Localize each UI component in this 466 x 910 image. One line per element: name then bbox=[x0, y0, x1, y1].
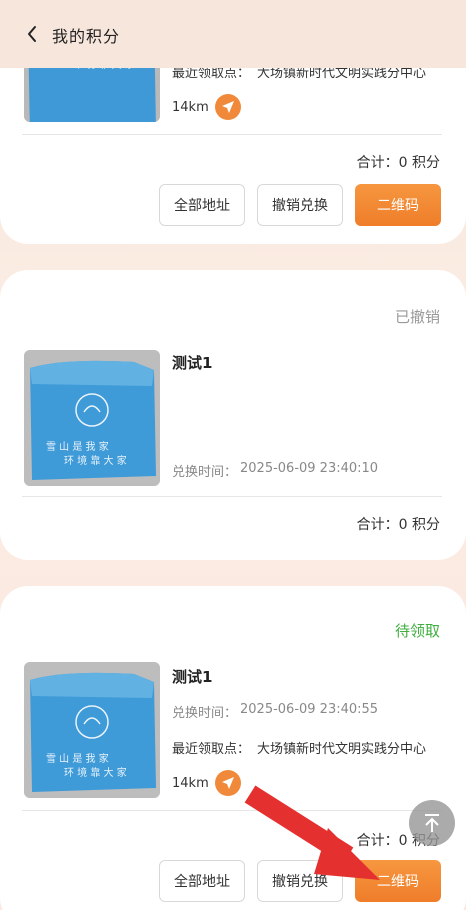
exchange-time-label: 兑换时间： bbox=[172, 706, 238, 721]
total-points: 合计：0 积分 bbox=[356, 517, 440, 533]
exchange-time-label: 兑换时间： bbox=[172, 465, 238, 480]
pickup-location: 大场镇新时代文明实践分中心 bbox=[257, 742, 427, 757]
cancel-exchange-button[interactable]: 撤销兑换 bbox=[257, 184, 343, 226]
pickup-label: 最近领取点： bbox=[172, 742, 251, 757]
distance-text: 14km bbox=[172, 776, 209, 791]
status-badge: 待领取 bbox=[394, 622, 440, 640]
all-address-button[interactable]: 全部地址 bbox=[159, 860, 245, 902]
exchange-time: 2025-06-09 23:40:10 bbox=[240, 461, 379, 476]
page-title: 我的积分 bbox=[52, 27, 121, 46]
all-address-button[interactable]: 全部地址 bbox=[159, 184, 245, 226]
annotation-arrow-icon bbox=[236, 782, 396, 896]
exchange-time: 2025-06-09 23:40:55 bbox=[240, 702, 379, 717]
svg-text:雪 山 是 我 家: 雪 山 是 我 家 bbox=[46, 752, 109, 765]
svg-text:环 境 靠 大 家: 环 境 靠 大 家 bbox=[64, 454, 127, 467]
back-to-top-button[interactable] bbox=[409, 800, 455, 846]
product-image: 雪 山 是 我 家 环 境 靠 大 家 bbox=[24, 662, 160, 798]
order-card-2: 已撤销 雪 山 是 我 家 环 境 靠 大 家 测试1 兑换时间： 2025-0… bbox=[0, 270, 466, 560]
header-bar: 我的积分 bbox=[0, 0, 466, 68]
navigation-arrow-icon[interactable] bbox=[215, 94, 241, 120]
divider bbox=[22, 496, 442, 497]
qrcode-button[interactable]: 二维码 bbox=[355, 184, 441, 226]
arrow-up-icon bbox=[425, 814, 439, 832]
status-badge: 已撤销 bbox=[394, 308, 440, 326]
item-title: 测试1 bbox=[172, 354, 213, 372]
divider bbox=[22, 134, 442, 135]
product-image: 雪 山 是 我 家 环 境 靠 大 家 bbox=[24, 350, 160, 486]
svg-text:雪 山 是 我 家: 雪 山 是 我 家 bbox=[46, 440, 109, 453]
distance-text: 14km bbox=[172, 100, 209, 115]
item-title: 测试1 bbox=[172, 668, 213, 686]
total-points: 合计：0 积分 bbox=[356, 155, 440, 171]
back-chevron-icon[interactable] bbox=[22, 22, 42, 46]
order-card-3: 待领取 雪 山 是 我 家 环 境 靠 大 家 测试1 兑换时间： 2025-0… bbox=[0, 586, 466, 910]
svg-text:环 境 靠 大 家: 环 境 靠 大 家 bbox=[64, 766, 127, 779]
